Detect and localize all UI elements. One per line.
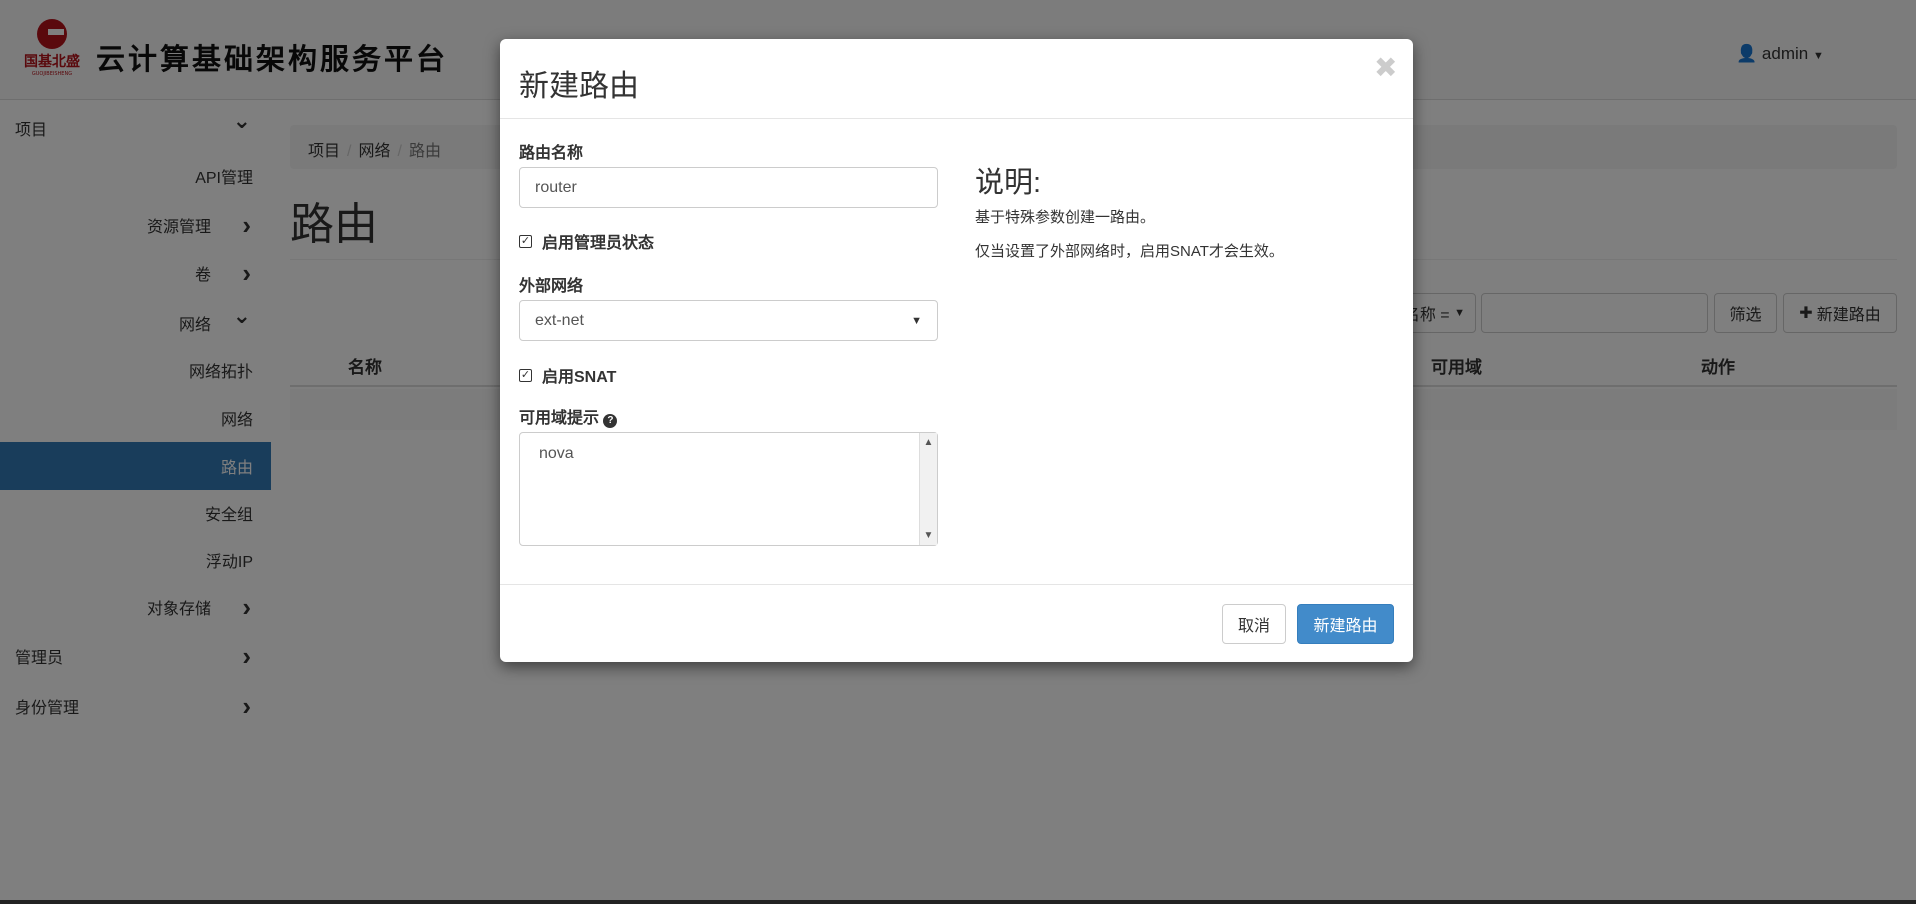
divider	[500, 584, 1413, 585]
dialog-title: 新建路由	[519, 70, 639, 103]
scroll-down-icon: ▼	[923, 530, 934, 541]
submit-create-router-button[interactable]: 新建路由	[1297, 604, 1394, 644]
help-title: 说明:	[975, 167, 1042, 199]
external-network-label: 外部网络	[519, 278, 584, 295]
enable-snat-checkbox[interactable]: ✓ 启用SNAT	[519, 363, 616, 387]
external-network-select[interactable]: ext-net ▼	[519, 300, 938, 341]
cancel-button[interactable]: 取消	[1222, 604, 1286, 644]
az-option[interactable]: nova	[520, 433, 919, 463]
admin-state-checkbox[interactable]: ✓ 启用管理员状态	[519, 229, 654, 253]
checkbox-checked-icon: ✓	[519, 234, 532, 248]
az-hints-label: 可用域提示 ?	[519, 404, 618, 428]
help-icon[interactable]: ?	[603, 414, 618, 428]
router-name-label: 路由名称	[519, 145, 584, 162]
divider	[500, 118, 1413, 119]
checkbox-checked-icon: ✓	[519, 368, 532, 382]
close-icon[interactable]: ✖	[1374, 51, 1397, 84]
scroll-up-icon: ▲	[923, 437, 934, 448]
scrollbar[interactable]: ▲ ▼	[919, 433, 937, 545]
router-name-input[interactable]	[519, 167, 938, 208]
help-text: 仅当设置了外部网络时，启用SNAT才会生效。	[975, 243, 1284, 260]
caret-down-icon: ▼	[911, 314, 922, 327]
create-router-dialog: 新建路由 ✖ 路由名称 ✓启用管理员状态 外部网络 ext-net▼ ✓启用SN…	[500, 39, 1413, 662]
bottom-bar	[0, 900, 1916, 904]
help-text: 基于特殊参数创建一路由。	[975, 209, 1156, 226]
az-hints-multiselect[interactable]: nova ▲ ▼	[519, 432, 938, 546]
